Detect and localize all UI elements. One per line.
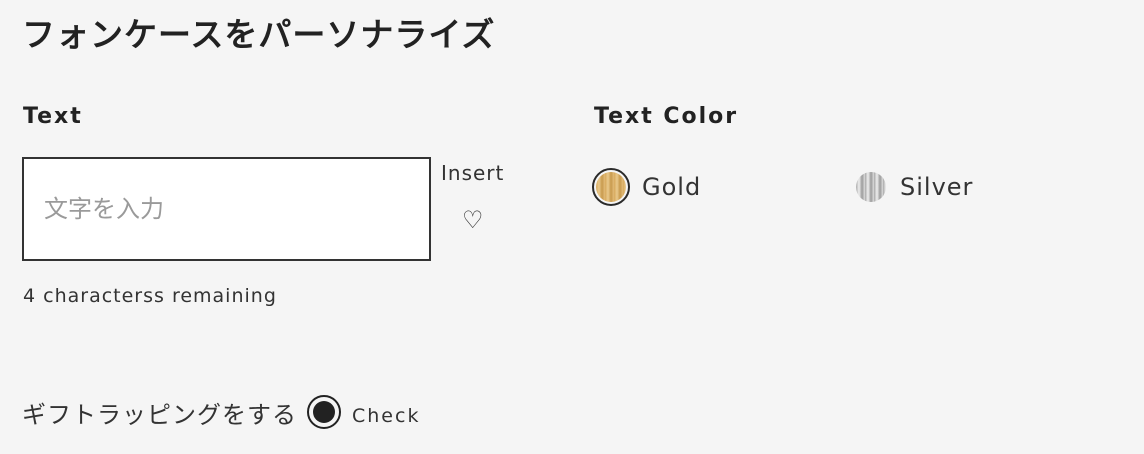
color-option-gold[interactable]: Gold	[592, 165, 701, 209]
text-section-label: Text	[23, 104, 83, 129]
characters-remaining: 4 characterss remaining	[23, 285, 277, 307]
text-input-container	[22, 157, 431, 261]
color-option-silver[interactable]: Silver	[852, 165, 973, 209]
check-label[interactable]: Check	[352, 405, 420, 427]
silver-swatch-icon	[856, 172, 886, 202]
gold-swatch-icon	[596, 172, 626, 202]
text-color-label: Text Color	[594, 104, 739, 129]
gift-wrapping-label: ギフトラッピングをする	[22, 400, 297, 429]
color-name-gold: Gold	[642, 173, 702, 201]
insert-button[interactable]: Insert	[441, 161, 504, 185]
gift-wrapping-radio[interactable]	[307, 395, 341, 429]
color-name-silver: Silver	[900, 173, 974, 201]
gold-swatch-ring	[592, 168, 630, 206]
silver-swatch-ring	[852, 168, 890, 206]
gift-wrapping-row: ギフトラッピングをする Check	[22, 392, 420, 432]
heart-icon[interactable]: ♡	[462, 208, 484, 232]
text-input[interactable]	[24, 159, 429, 259]
radio-selected-dot	[313, 401, 335, 423]
page-title: フォンケースをパーソナライズ	[22, 15, 496, 54]
